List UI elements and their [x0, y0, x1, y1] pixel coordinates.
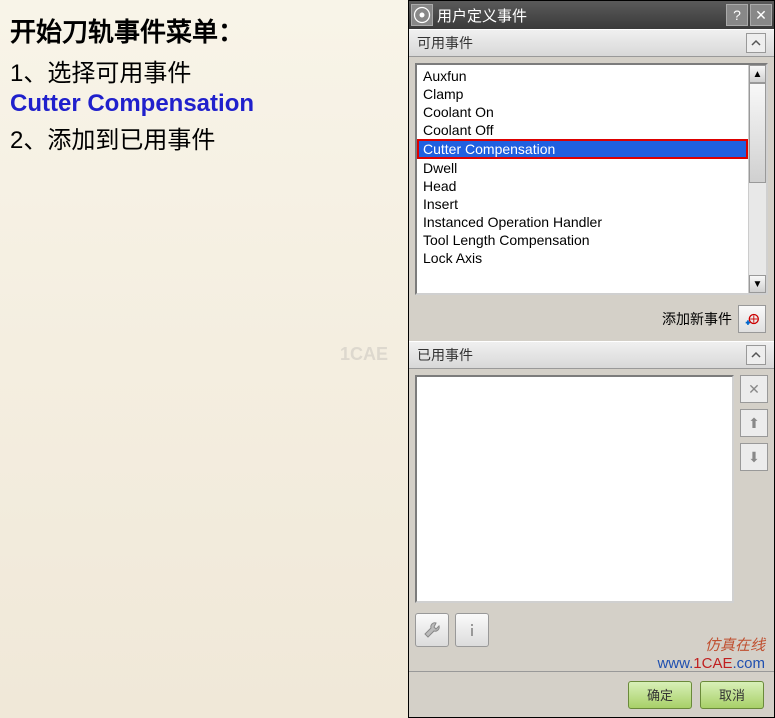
remove-button[interactable]: ✕: [740, 375, 768, 403]
move-down-button[interactable]: ⬇: [740, 443, 768, 471]
list-item[interactable]: Lock Axis: [417, 249, 748, 267]
help-button[interactable]: ?: [726, 4, 748, 26]
left-step-2: 2、添加到已用事件: [10, 120, 398, 155]
info-icon[interactable]: [455, 613, 489, 647]
list-item[interactable]: Head: [417, 177, 748, 195]
scroll-thumb[interactable]: [749, 83, 766, 183]
scrollbar[interactable]: ▲ ▼: [748, 65, 766, 293]
move-up-button[interactable]: ⬆: [740, 409, 768, 437]
used-events-side-buttons: ✕ ⬆ ⬇: [740, 375, 768, 603]
watermark-url: www.1CAE.com: [657, 655, 765, 673]
cancel-button[interactable]: 取消: [700, 681, 764, 709]
used-events-header[interactable]: 已用事件: [409, 341, 774, 369]
list-item[interactable]: Dwell: [417, 159, 748, 177]
list-item[interactable]: Instanced Operation Handler: [417, 213, 748, 231]
dialog-title: 用户定义事件: [437, 5, 724, 26]
used-events-area: ✕ ⬆ ⬇: [415, 375, 768, 603]
ok-button[interactable]: 确定: [628, 681, 692, 709]
collapse-icon[interactable]: [746, 33, 766, 53]
list-item[interactable]: Clamp: [417, 85, 748, 103]
scroll-up-icon[interactable]: ▲: [749, 65, 766, 83]
list-item[interactable]: Insert: [417, 195, 748, 213]
wrench-icon[interactable]: [415, 613, 449, 647]
add-new-event-row: 添加新事件: [409, 301, 774, 341]
watermark-bottom-right: 仿真在线 www.1CAE.com: [657, 637, 765, 673]
available-events-listbox[interactable]: AuxfunClampCoolant OnCoolant OffCutter C…: [415, 63, 768, 295]
watermark-text: 仿真在线: [657, 637, 765, 655]
left-highlight: Cutter Compensation: [10, 90, 398, 118]
list-item[interactable]: Coolant Off: [417, 121, 748, 139]
scroll-track[interactable]: [749, 83, 766, 275]
used-events-label: 已用事件: [417, 345, 473, 365]
add-new-event-button[interactable]: [738, 305, 766, 333]
list-item[interactable]: Cutter Compensation: [417, 139, 748, 159]
close-button[interactable]: ✕: [750, 4, 772, 26]
add-new-event-label: 添加新事件: [662, 309, 732, 329]
available-events-list[interactable]: AuxfunClampCoolant OnCoolant OffCutter C…: [417, 65, 748, 293]
user-defined-events-dialog: 用户定义事件 ? ✕ 可用事件 AuxfunClampCoolant OnCoo…: [408, 0, 775, 718]
available-events-label: 可用事件: [417, 33, 473, 53]
watermark-center: 1CAE: [340, 344, 388, 365]
list-item[interactable]: Tool Length Compensation: [417, 231, 748, 249]
list-item[interactable]: Coolant On: [417, 103, 748, 121]
dialog-footer: 确定 取消: [409, 671, 774, 717]
available-events-header[interactable]: 可用事件: [409, 29, 774, 57]
left-title: 开始刀轨事件菜单：: [10, 12, 398, 49]
left-step-1: 1、选择可用事件: [10, 53, 398, 88]
used-events-listbox[interactable]: [415, 375, 734, 603]
list-item[interactable]: Auxfun: [417, 67, 748, 85]
scroll-down-icon[interactable]: ▼: [749, 275, 766, 293]
gear-icon[interactable]: [411, 4, 433, 26]
collapse-icon[interactable]: [746, 345, 766, 365]
dialog-titlebar: 用户定义事件 ? ✕: [409, 1, 774, 29]
